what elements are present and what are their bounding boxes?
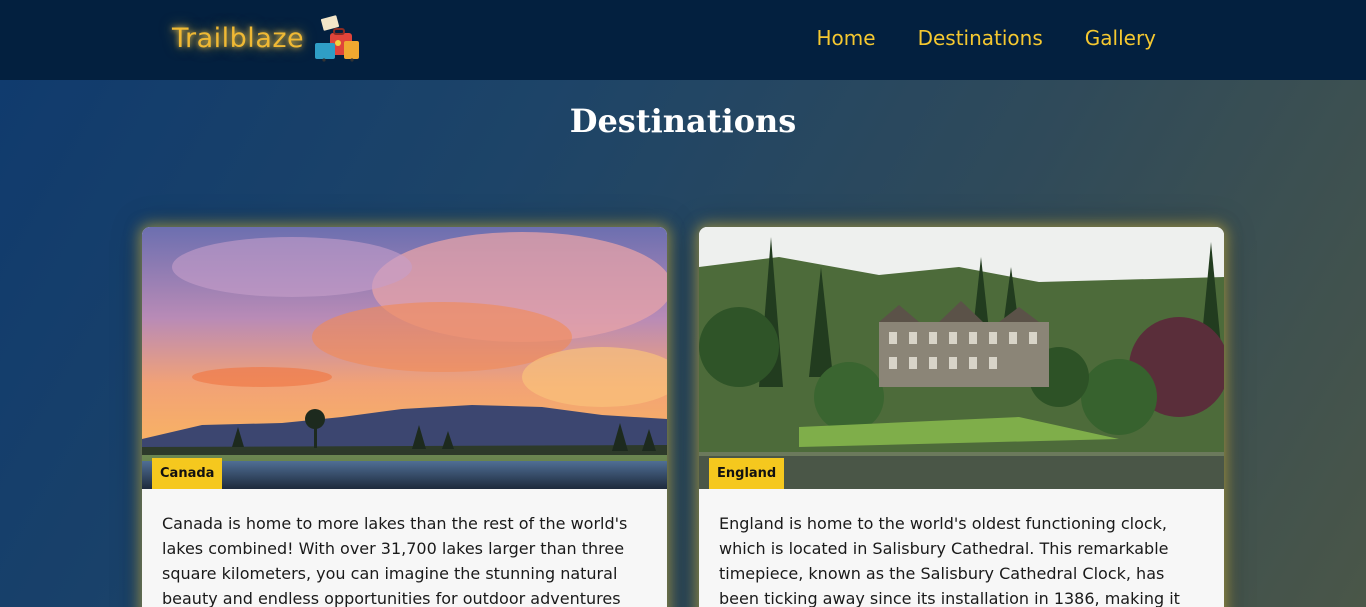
destination-tag: England <box>709 458 785 489</box>
card-description: Canada is home to more lakes than the re… <box>162 514 628 607</box>
destination-card-canada[interactable]: Canada Canada is home to more lakes than… <box>142 227 667 607</box>
manor-house-lake-forest-photo: England <box>699 227 1224 489</box>
nav-destinations-link[interactable]: Destinations <box>918 26 1043 50</box>
main-nav: Home Destinations Gallery <box>817 26 1156 50</box>
travel-luggage-icon <box>312 13 362 63</box>
nav-gallery-link[interactable]: Gallery <box>1085 26 1156 50</box>
navbar: Trailblaze Home Destinations Gallery <box>0 0 1366 80</box>
sunset-lake-mountains-photo: Canada <box>142 227 667 489</box>
brand-logo[interactable]: Trailblaze <box>172 8 362 68</box>
brand-name: Trailblaze <box>172 22 305 54</box>
destination-card-england[interactable]: England England is home to the world's o… <box>699 227 1224 607</box>
page-title: Destinations <box>569 102 797 140</box>
card-description: England is home to the world's oldest fu… <box>719 514 1180 607</box>
destination-tag: Canada <box>152 458 223 489</box>
nav-home-link[interactable]: Home <box>817 26 876 50</box>
